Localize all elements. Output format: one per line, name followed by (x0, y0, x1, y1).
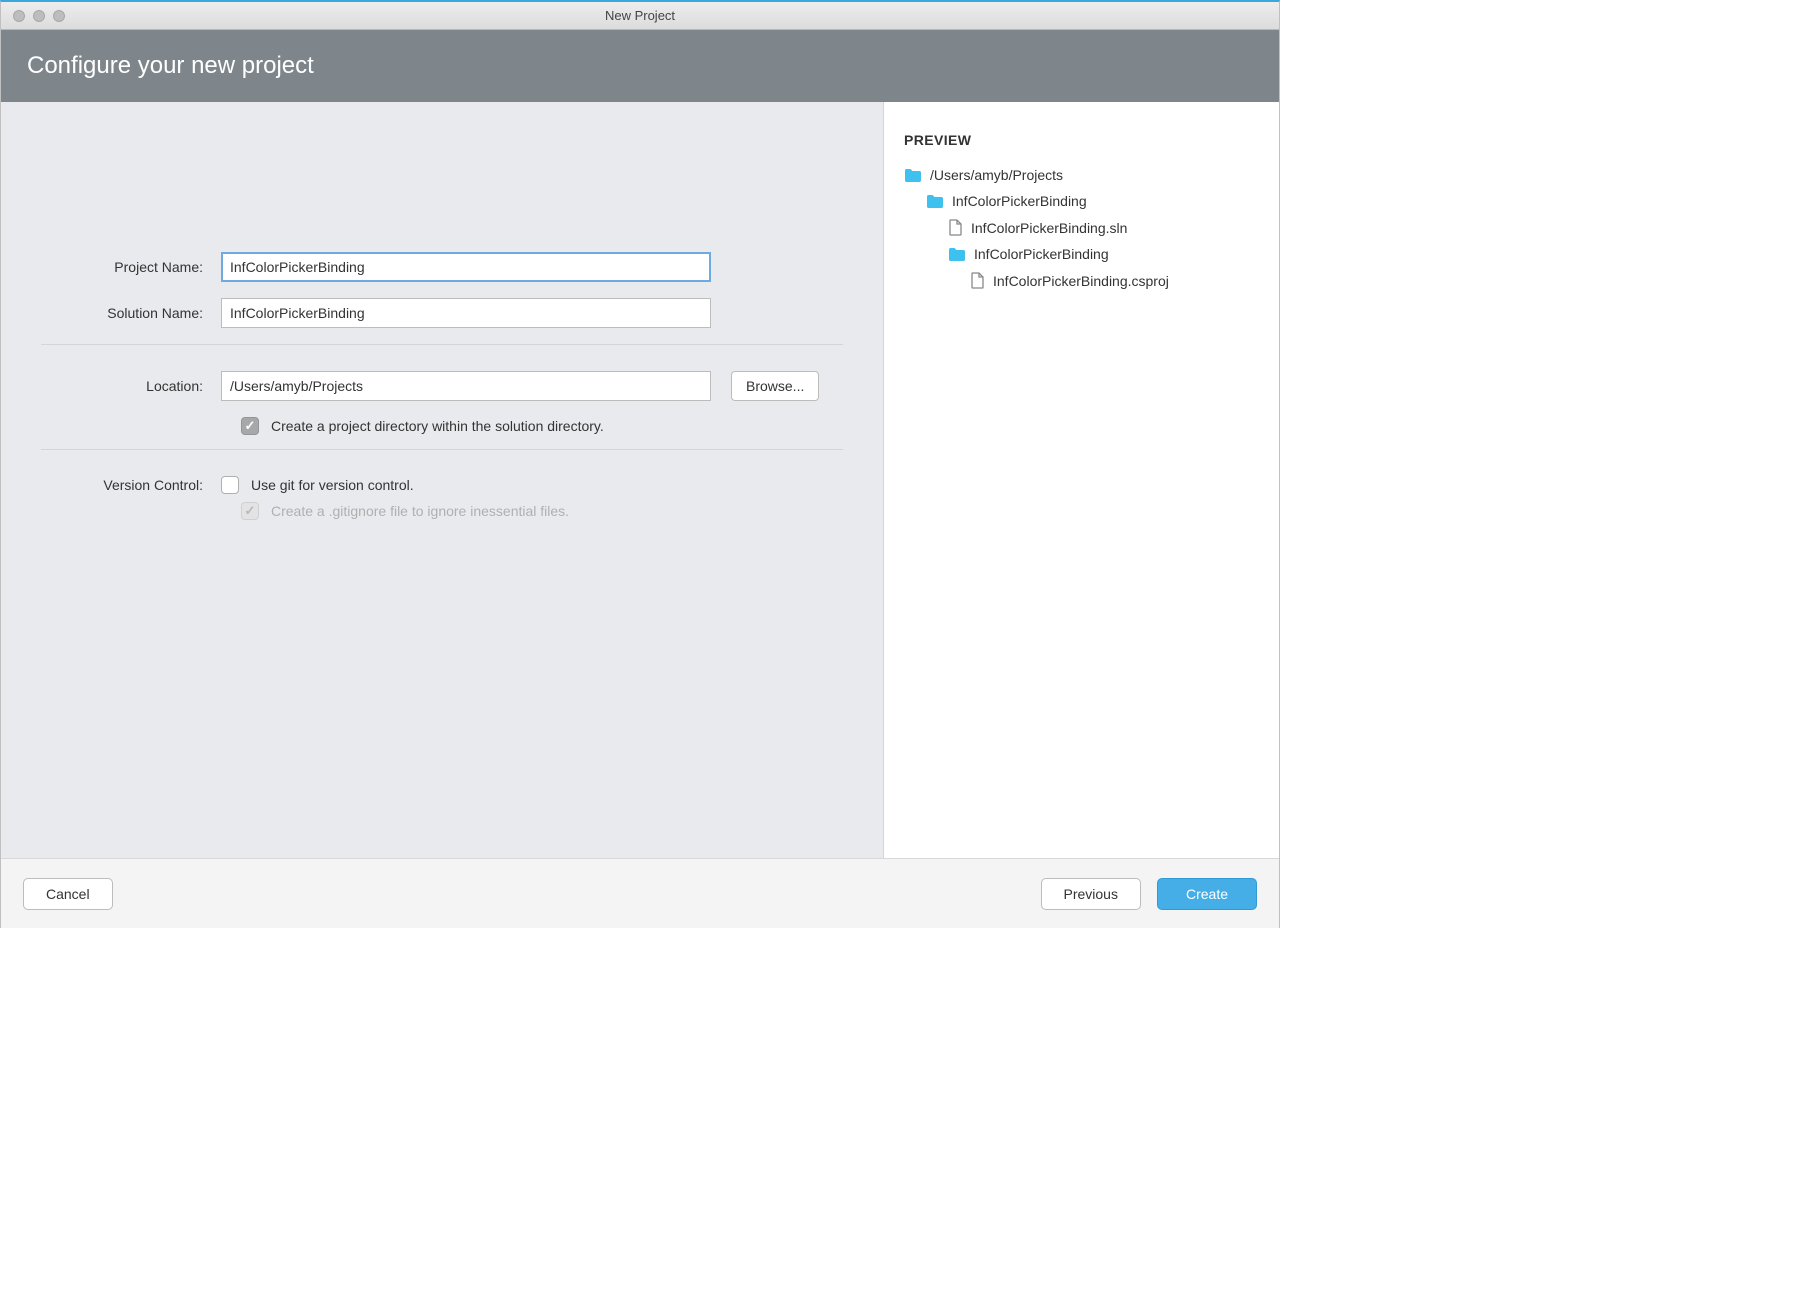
tree-item: InfColorPickerBinding (904, 188, 1259, 214)
project-name-label: Project Name: (41, 259, 221, 275)
gitignore-label: Create a .gitignore file to ignore iness… (271, 503, 569, 519)
tree-item-label: /Users/amyb/Projects (930, 167, 1063, 183)
gitignore-checkbox (241, 502, 259, 520)
create-directory-checkbox[interactable] (241, 417, 259, 435)
minimize-window-button[interactable] (33, 10, 45, 22)
window-title: New Project (1, 8, 1279, 23)
zoom-window-button[interactable] (53, 10, 65, 22)
close-window-button[interactable] (13, 10, 25, 22)
tree-item: InfColorPickerBinding (904, 241, 1259, 267)
solution-name-label: Solution Name: (41, 305, 221, 321)
form-panel: Project Name: Solution Name: Location: B… (1, 102, 884, 858)
dialog-header-title: Configure your new project (27, 52, 314, 80)
dialog-body: Project Name: Solution Name: Location: B… (1, 102, 1279, 858)
solution-name-input[interactable] (221, 298, 711, 328)
create-directory-label: Create a project directory within the so… (271, 418, 604, 434)
browse-button[interactable]: Browse... (731, 371, 819, 401)
file-icon (970, 272, 985, 289)
cancel-button[interactable]: Cancel (23, 878, 113, 910)
create-button[interactable]: Create (1157, 878, 1257, 910)
use-git-checkbox[interactable] (221, 476, 239, 494)
tree-item-label: InfColorPickerBinding.csproj (993, 273, 1169, 289)
project-name-input[interactable] (221, 252, 711, 282)
file-icon (948, 219, 963, 236)
version-control-label: Version Control: (41, 477, 221, 493)
preview-tree: /Users/amyb/Projects InfColorPickerBindin… (904, 162, 1259, 294)
previous-button[interactable]: Previous (1041, 878, 1141, 910)
divider (41, 344, 843, 345)
use-git-label: Use git for version control. (251, 477, 414, 493)
dialog-header: Configure your new project (1, 30, 1279, 102)
location-label: Location: (41, 378, 221, 394)
location-input[interactable] (221, 371, 711, 401)
preview-panel: PREVIEW /Users/amyb/Projects InfColorPick… (884, 102, 1279, 858)
tree-item: InfColorPickerBinding.sln (904, 214, 1259, 241)
divider (41, 449, 843, 450)
tree-item: InfColorPickerBinding.csproj (904, 267, 1259, 294)
folder-icon (904, 168, 922, 183)
folder-icon (926, 194, 944, 209)
window-controls (1, 10, 65, 22)
titlebar: New Project (1, 2, 1279, 30)
dialog-footer: Cancel Previous Create (1, 858, 1279, 928)
tree-item-label: InfColorPickerBinding (952, 193, 1087, 209)
tree-item-label: InfColorPickerBinding (974, 246, 1109, 262)
tree-item-label: InfColorPickerBinding.sln (971, 220, 1127, 236)
folder-icon (948, 247, 966, 262)
tree-item: /Users/amyb/Projects (904, 162, 1259, 188)
preview-title: PREVIEW (904, 132, 1259, 148)
